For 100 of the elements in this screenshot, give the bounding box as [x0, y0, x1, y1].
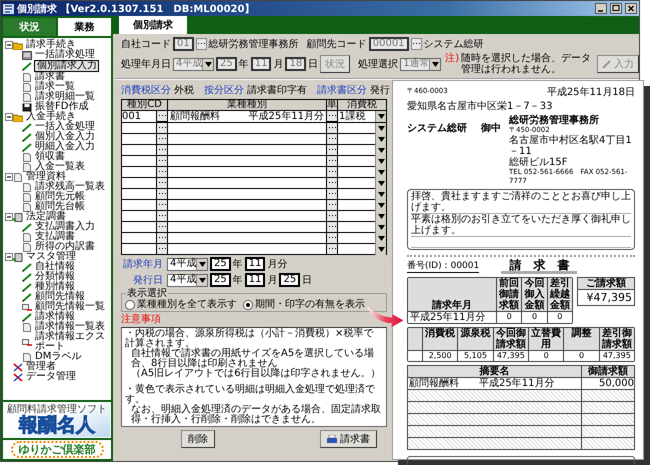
table-cell[interactable]: [122, 200, 156, 210]
table-cell[interactable]: 顧問報酬料 平成25年11月分: [168, 111, 326, 122]
tree-item[interactable]: 個別入金入力: [34, 132, 96, 142]
dropdown[interactable]: [338, 134, 386, 144]
ellipsis-button[interactable]: [157, 178, 167, 188]
ellipsis-button[interactable]: [327, 244, 337, 254]
tree-item[interactable]: 明細入金入力: [34, 142, 96, 152]
table-cell[interactable]: [122, 233, 156, 243]
table-cell[interactable]: [122, 156, 156, 166]
close-icon[interactable]: [625, 3, 637, 14]
tree-item[interactable]: 請求手続き: [25, 40, 77, 50]
tree-item[interactable]: 分類情報: [34, 272, 76, 282]
dropdown[interactable]: [338, 167, 386, 177]
tree-item[interactable]: 請求残高一覧表: [34, 182, 106, 192]
ellipsis-button[interactable]: [157, 134, 167, 144]
dropdown[interactable]: [338, 123, 386, 133]
ellipsis-button[interactable]: [157, 111, 167, 121]
ellipsis-button[interactable]: [196, 38, 207, 50]
print-button[interactable]: 請求書: [320, 430, 377, 448]
ellipsis-button[interactable]: [327, 233, 337, 243]
table-cell[interactable]: [168, 145, 326, 155]
tree-item[interactable]: 入金一覧表: [34, 162, 86, 172]
maximize-icon[interactable]: [610, 3, 622, 14]
tree-item[interactable]: 管理資料: [25, 172, 67, 182]
ellipsis-button[interactable]: [157, 200, 167, 210]
table-cell[interactable]: [168, 178, 326, 188]
ellipsis-button[interactable]: [327, 145, 337, 155]
sidebar-tab[interactable]: 状況: [3, 18, 56, 36]
ellipsis-button[interactable]: [327, 222, 337, 232]
table-cell[interactable]: [168, 200, 326, 210]
input-field[interactable]: 25: [279, 273, 300, 287]
tree-item[interactable]: マスタ管理: [25, 252, 77, 262]
ellipsis-button[interactable]: [157, 244, 167, 254]
table-cell[interactable]: [168, 156, 326, 166]
dropdown[interactable]: [338, 200, 386, 210]
collapse-icon[interactable]: [4, 253, 12, 261]
table-cell[interactable]: [168, 123, 326, 133]
ellipsis-button[interactable]: [327, 123, 337, 133]
collapse-icon[interactable]: [4, 41, 12, 49]
tree-item[interactable]: 顧問先元帳: [34, 192, 86, 202]
tree-item[interactable]: 顧問先台帳: [34, 202, 86, 212]
table-cell[interactable]: [122, 244, 156, 254]
table-cell[interactable]: [168, 233, 326, 243]
ellipsis-button[interactable]: [327, 156, 337, 166]
ellipsis-button[interactable]: [157, 189, 167, 199]
tree-item[interactable]: 振替FD作成: [34, 102, 90, 112]
tree-item[interactable]: 顧問先情報一覧: [34, 302, 106, 312]
ellipsis-button[interactable]: [327, 200, 337, 210]
ellipsis-button[interactable]: [327, 178, 337, 188]
page-tab[interactable]: 個別請求: [119, 16, 187, 34]
ellipsis-button[interactable]: [157, 211, 167, 221]
table-cell[interactable]: [168, 167, 326, 177]
dropdown[interactable]: [338, 156, 386, 166]
input-field[interactable]: 11: [244, 257, 266, 271]
dropdown[interactable]: [338, 178, 386, 188]
tree-item[interactable]: 領収書: [34, 152, 66, 162]
dropdown[interactable]: 4平成: [167, 274, 208, 286]
dropdown[interactable]: [338, 145, 386, 155]
table-cell[interactable]: [122, 167, 156, 177]
ellipsis-button[interactable]: [327, 134, 337, 144]
tree-item[interactable]: 種別情報: [34, 282, 76, 292]
input-field[interactable]: 25: [210, 273, 231, 287]
tree-item[interactable]: 入金手続き: [25, 112, 77, 122]
table-cell[interactable]: [122, 178, 156, 188]
ellipsis-button[interactable]: [157, 167, 167, 177]
input-field[interactable]: 11: [244, 273, 266, 287]
ellipsis-button[interactable]: [327, 189, 337, 199]
dropdown[interactable]: [338, 244, 386, 254]
tree-item[interactable]: 一括請求処理: [34, 50, 96, 60]
radio-button[interactable]: [125, 300, 135, 310]
tree-item[interactable]: 管理者: [25, 362, 57, 372]
tree-item[interactable]: 請求一覧: [34, 82, 76, 92]
table-cell[interactable]: [168, 211, 326, 221]
ellipsis-button[interactable]: [327, 211, 337, 221]
ellipsis-button[interactable]: [327, 111, 337, 121]
collapse-icon[interactable]: [4, 113, 12, 121]
ellipsis-button[interactable]: [157, 233, 167, 243]
tree-item[interactable]: 請求情報エクスポート: [34, 332, 110, 352]
ellipsis-button[interactable]: [157, 222, 167, 232]
ellipsis-button[interactable]: [327, 167, 337, 177]
table-cell[interactable]: [122, 134, 156, 144]
ellipsis-button[interactable]: [157, 156, 167, 166]
ellipsis-button[interactable]: [157, 145, 167, 155]
tree-item[interactable]: 支払調書: [34, 232, 76, 242]
dropdown[interactable]: 1課税: [338, 111, 386, 122]
tree-item[interactable]: 支払調書入力: [34, 222, 96, 232]
table-cell[interactable]: [122, 211, 156, 221]
delete-button[interactable]: 削除: [181, 430, 215, 448]
tree-item[interactable]: 請求情報一覧表: [34, 322, 106, 332]
tree-item[interactable]: 顧問先情報: [34, 292, 86, 302]
sidebar-tab[interactable]: 業務: [58, 18, 111, 36]
table-cell[interactable]: [122, 123, 156, 133]
table-cell[interactable]: [122, 222, 156, 232]
table-cell[interactable]: [168, 222, 326, 232]
dropdown[interactable]: [338, 222, 386, 232]
dropdown[interactable]: [338, 189, 386, 199]
collapse-icon[interactable]: [4, 213, 12, 221]
dropdown[interactable]: [338, 233, 386, 243]
input-field[interactable]: 25: [210, 257, 231, 271]
tree-item[interactable]: 自社情報: [34, 262, 76, 272]
